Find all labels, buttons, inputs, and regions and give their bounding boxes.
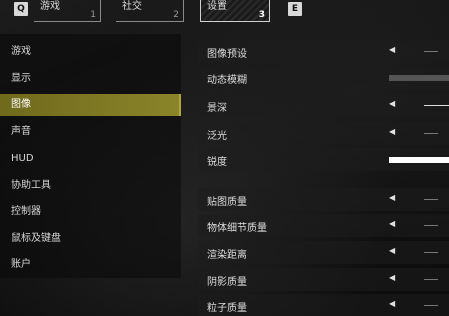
option-indicator <box>424 225 438 226</box>
arrow-left-icon[interactable]: ◀ <box>389 219 395 228</box>
sidebar-item-display[interactable]: 显示 <box>0 68 181 90</box>
setting-row-graphics-preset[interactable]: 图像预设 ◀ <box>198 40 449 63</box>
setting-label: 物体细节质量 <box>207 223 267 234</box>
setting-label: 景深 <box>207 103 227 114</box>
tab-game-number: 1 <box>90 10 96 20</box>
option-indicator <box>424 199 438 200</box>
setting-row-shadow-quality[interactable]: 阴影质量 ◀ <box>198 268 449 291</box>
setting-label: 图像预设 <box>207 49 247 60</box>
setting-label: 动态模糊 <box>207 75 247 86</box>
sidebar-item-mouse-keyboard[interactable]: 鼠标及键盘 <box>0 228 181 250</box>
arrow-left-icon[interactable]: ◀ <box>389 99 395 108</box>
setting-row-depth-of-field[interactable]: 景深 ◀ <box>198 94 449 117</box>
setting-row-texture-quality[interactable]: 贴图质量 ◀ <box>198 188 449 211</box>
arrow-left-icon[interactable]: ◀ <box>389 193 395 202</box>
setting-row-bloom[interactable]: 泛光 ◀ <box>198 122 449 145</box>
setting-row-particle-quality[interactable]: 粒子质量 ◀ <box>198 294 449 316</box>
arrow-left-icon[interactable]: ◀ <box>389 299 395 308</box>
setting-row-motion-blur[interactable]: 动态模糊 <box>198 66 449 89</box>
motion-blur-slider[interactable] <box>389 75 449 81</box>
sidebar-item-sound[interactable]: 声音 <box>0 121 181 143</box>
setting-row-sharpness[interactable]: 锐度 <box>198 148 449 171</box>
option-indicator <box>424 252 438 253</box>
sharpness-slider[interactable] <box>389 157 449 163</box>
setting-row-render-distance[interactable]: 渲染距离 ◀ <box>198 241 449 264</box>
graphics-settings-list: 图像预设 ◀ 动态模糊 景深 ◀ 泛光 ◀ 锐度 贴图质量 ◀ 物体细节质量 ◀… <box>198 36 449 316</box>
arrow-left-icon[interactable]: ◀ <box>389 127 395 136</box>
prev-tab-key-hint: Q <box>14 2 28 16</box>
tab-social-number: 2 <box>173 10 179 20</box>
sidebar-item-accessibility[interactable]: 协助工具 <box>0 175 181 197</box>
setting-label: 锐度 <box>207 157 227 168</box>
tab-settings-number: 3 <box>258 10 265 20</box>
arrow-left-icon[interactable]: ◀ <box>389 45 395 54</box>
sidebar-item-hud[interactable]: HUD <box>0 148 181 170</box>
tab-game-label: 游戏 <box>40 1 60 12</box>
setting-label: 泛光 <box>207 131 227 142</box>
tab-game[interactable]: 游戏 1 <box>34 0 101 22</box>
option-indicator <box>424 51 438 52</box>
arrow-left-icon[interactable]: ◀ <box>389 246 395 255</box>
tab-social-label: 社交 <box>122 1 142 12</box>
arrow-left-icon[interactable]: ◀ <box>389 273 395 282</box>
sidebar-item-account[interactable]: 账户 <box>0 254 181 276</box>
settings-sidebar: 游戏 显示 图像 声音 HUD 协助工具 控制器 鼠标及键盘 账户 <box>0 34 181 278</box>
option-indicator <box>424 305 438 306</box>
sidebar-item-game[interactable]: 游戏 <box>0 41 181 63</box>
option-indicator <box>424 279 438 280</box>
tab-social[interactable]: 社交 2 <box>116 0 184 22</box>
tab-settings[interactable]: 设置 3 <box>200 0 270 22</box>
option-indicator <box>424 133 438 134</box>
setting-row-object-detail-quality[interactable]: 物体细节质量 ◀ <box>198 214 449 237</box>
next-tab-key-hint: E <box>288 2 302 16</box>
tab-settings-label: 设置 <box>207 1 227 12</box>
top-tab-bar: Q 游戏 1 社交 2 设置 3 E <box>0 0 449 24</box>
setting-label: 阴影质量 <box>207 277 247 288</box>
sidebar-item-controller[interactable]: 控制器 <box>0 201 181 223</box>
setting-label: 贴图质量 <box>207 197 247 208</box>
setting-label: 渲染距离 <box>207 250 247 261</box>
setting-label: 粒子质量 <box>207 303 247 314</box>
sidebar-item-graphics[interactable]: 图像 <box>0 94 181 116</box>
option-indicator <box>424 105 449 106</box>
